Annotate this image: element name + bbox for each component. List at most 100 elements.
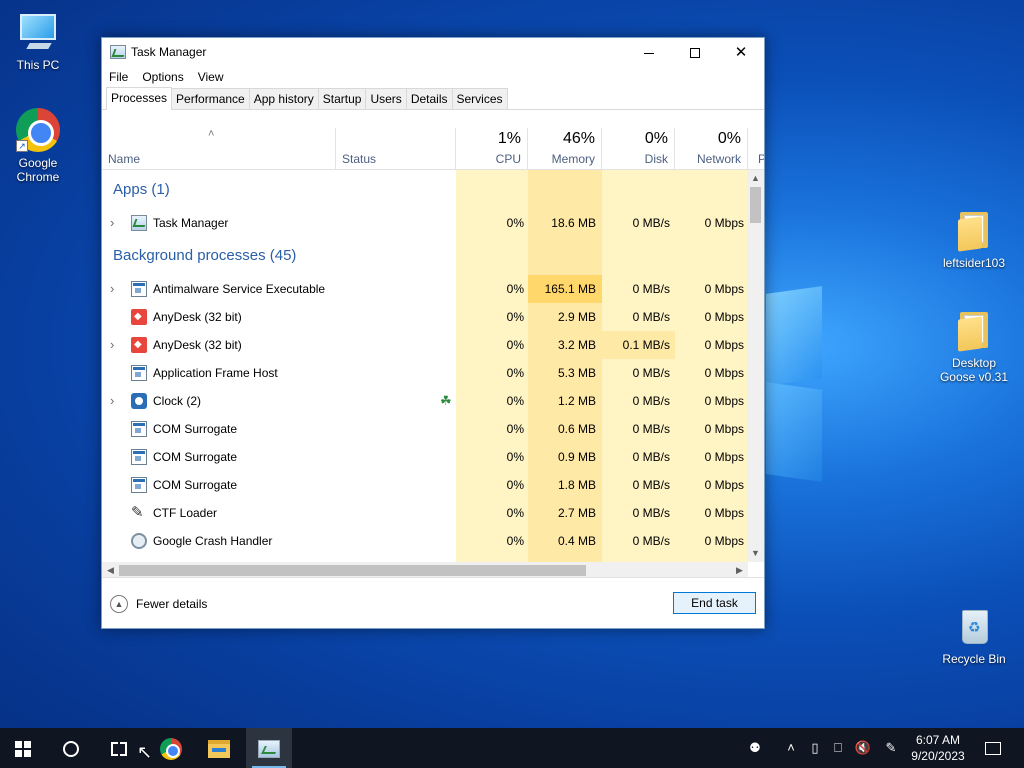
task-manager-icon	[258, 739, 280, 758]
table-row[interactable]: › Clock (2) ☘ 0% 1.2 MB 0 MB/s 0 Mbps	[102, 387, 748, 415]
disk-value: 0 MB/s	[632, 394, 670, 408]
cpu-value: 0%	[506, 366, 524, 380]
tab-performance[interactable]: Performance	[171, 88, 250, 109]
column-header-cpu[interactable]: 1% CPU	[456, 128, 528, 170]
minimize-button[interactable]	[626, 38, 672, 66]
scroll-up-icon[interactable]: ▲	[747, 170, 764, 187]
close-button[interactable]: ✕	[718, 38, 764, 66]
taskbar-file-explorer[interactable]	[196, 728, 242, 768]
column-header-network[interactable]: 0% Network	[675, 128, 748, 170]
table-row[interactable]: COM Surrogate 0% 1.8 MB 0 MB/s 0 Mbps	[102, 471, 748, 499]
leaf-status-icon: ☘	[440, 393, 452, 408]
network-value: 0 Mbps	[704, 478, 744, 492]
disk-value: 0 MB/s	[632, 310, 670, 324]
table-row[interactable]: COM Surrogate 0% 0.9 MB 0 MB/s 0 Mbps	[102, 443, 748, 471]
scroll-down-icon[interactable]: ▼	[747, 545, 764, 562]
chevron-right-icon[interactable]: ›	[110, 209, 114, 237]
computer-icon	[16, 10, 60, 54]
desktop-icon-leftsider103[interactable]: leftsider103	[936, 208, 1012, 270]
column-header-memory[interactable]: 46% Memory	[528, 128, 602, 170]
vertical-scroll-thumb[interactable]	[750, 187, 761, 223]
vertical-scrollbar[interactable]: ▲ ▼	[747, 170, 764, 562]
maximize-button[interactable]	[672, 38, 718, 66]
disk-value: 0 MB/s	[632, 534, 670, 548]
tab-services[interactable]: Services	[451, 88, 508, 109]
process-name: Clock (2)	[153, 394, 202, 408]
cpu-value: 0%	[506, 534, 524, 548]
process-name: COM Surrogate	[153, 450, 238, 464]
tab-details[interactable]: Details	[405, 88, 453, 109]
minimize-icon	[644, 52, 654, 54]
desktop-icon-this-pc[interactable]: This PC	[0, 10, 76, 72]
menu-options[interactable]: Options	[142, 70, 183, 84]
cpu-value: 0%	[506, 478, 524, 492]
notification-icon	[985, 742, 1001, 756]
tablet-icon[interactable]: ▯	[806, 728, 824, 768]
system-clock[interactable]: 6:07 AM 9/20/2023	[906, 732, 970, 764]
desktop-icon-google-chrome[interactable]: ↗ Google Chrome	[0, 108, 76, 184]
people-icon[interactable]: ⚉	[744, 728, 766, 768]
menu-view[interactable]: View	[198, 70, 224, 84]
cpu-value: 0%	[506, 422, 524, 436]
taskbar-task-manager[interactable]	[246, 728, 292, 768]
network-value: 0 Mbps	[704, 282, 744, 296]
taskbar-chrome[interactable]	[148, 728, 194, 768]
taskbar: ⚉ ˄ ▯ ⎕ 🔇 ✎ 6:07 AM 9/20/2023	[0, 728, 1024, 768]
volume-muted-icon[interactable]: 🔇	[852, 728, 874, 768]
tab-processes[interactable]: Processes	[106, 87, 173, 110]
process-table: ˄ Name Status 1% CPU 46% Memory 0% Disk …	[102, 128, 764, 572]
chevron-up-circle-icon[interactable]: ▲	[110, 595, 128, 613]
process-name: AnyDesk (32 bit)	[153, 338, 242, 352]
pen-icon[interactable]: ✎	[880, 728, 902, 768]
disk-value: 0.1 MB/s	[622, 338, 670, 352]
task-view-button[interactable]	[96, 728, 142, 768]
table-row[interactable]: Google Crash Handler 0% 0.4 MB 0 MB/s 0 Mbps	[102, 527, 748, 555]
column-header-status[interactable]: Status	[336, 128, 456, 170]
network-icon[interactable]: ⎕	[828, 728, 848, 768]
network-value: 0 Mbps	[704, 450, 744, 464]
cpu-value: 0%	[506, 216, 524, 230]
process-name: COM Surrogate	[153, 422, 238, 436]
horizontal-scroll-thumb[interactable]	[119, 565, 586, 576]
show-hidden-icons-chevron-up-icon[interactable]: ˄	[780, 728, 802, 768]
chevron-right-icon[interactable]: ›	[110, 387, 114, 415]
fewer-details-link[interactable]: Fewer details	[136, 597, 207, 611]
column-header-power-cut[interactable]: P	[748, 128, 764, 170]
tab-app-history[interactable]: App history	[248, 88, 319, 109]
group-background-processes[interactable]: Background processes (45)	[102, 237, 748, 275]
system-process-icon	[131, 477, 147, 493]
chevron-right-icon[interactable]: ›	[110, 331, 114, 359]
table-row[interactable]: Application Frame Host 0% 5.3 MB 0 MB/s 0 Mb…	[102, 359, 748, 387]
table-row[interactable]: › Antimalware Service Executable 0% 165.1 M…	[102, 275, 748, 303]
desktop-icon-label: Desktop Goose v0.31	[939, 356, 1009, 384]
tab-startup[interactable]: Startup	[317, 88, 367, 109]
table-row[interactable]: CTF Loader 0% 2.7 MB 0 MB/s 0 Mbps	[102, 499, 748, 527]
menu-file[interactable]: File	[109, 70, 128, 84]
table-row[interactable]: › Task Manager 0% 18.6 MB 0 MB/s 0 Mbps	[102, 209, 748, 237]
clock-time: 6:07 AM	[915, 733, 961, 747]
recycle-bin-icon: ♻	[952, 604, 996, 648]
disk-value: 0 MB/s	[632, 366, 670, 380]
desktop-icon-desktop-goose[interactable]: Desktop Goose v0.31	[936, 308, 1012, 384]
system-process-icon	[131, 365, 147, 381]
memory-value: 5.3 MB	[557, 366, 596, 380]
table-row[interactable]: COM Surrogate 0% 0.6 MB 0 MB/s 0 Mbps	[102, 415, 748, 443]
folder-icon	[952, 208, 996, 252]
column-header-disk[interactable]: 0% Disk	[602, 128, 675, 170]
process-name: Antimalware Service Executable	[153, 282, 326, 296]
action-center-button[interactable]	[978, 728, 1008, 768]
title-bar[interactable]: Task Manager ✕	[102, 38, 764, 66]
network-value: 0 Mbps	[704, 422, 744, 436]
column-header-name[interactable]: Name	[102, 128, 336, 170]
windows-start-icon	[15, 740, 31, 757]
desktop-icon-recycle-bin[interactable]: ♻ Recycle Bin	[936, 604, 1012, 666]
tab-users[interactable]: Users	[365, 88, 407, 109]
search-button[interactable]	[48, 728, 94, 768]
start-button[interactable]	[0, 728, 46, 768]
group-apps[interactable]: Apps (1)	[102, 171, 748, 209]
table-row[interactable]: › AnyDesk (32 bit) 0% 3.2 MB 0.1 MB/s 0 Mbps	[102, 331, 748, 359]
table-row[interactable]: AnyDesk (32 bit) 0% 2.9 MB 0 MB/s 0 Mbps	[102, 303, 748, 331]
memory-value: 1.2 MB	[557, 394, 596, 408]
end-task-button[interactable]: End task	[673, 592, 756, 614]
chevron-right-icon[interactable]: ›	[110, 275, 114, 303]
